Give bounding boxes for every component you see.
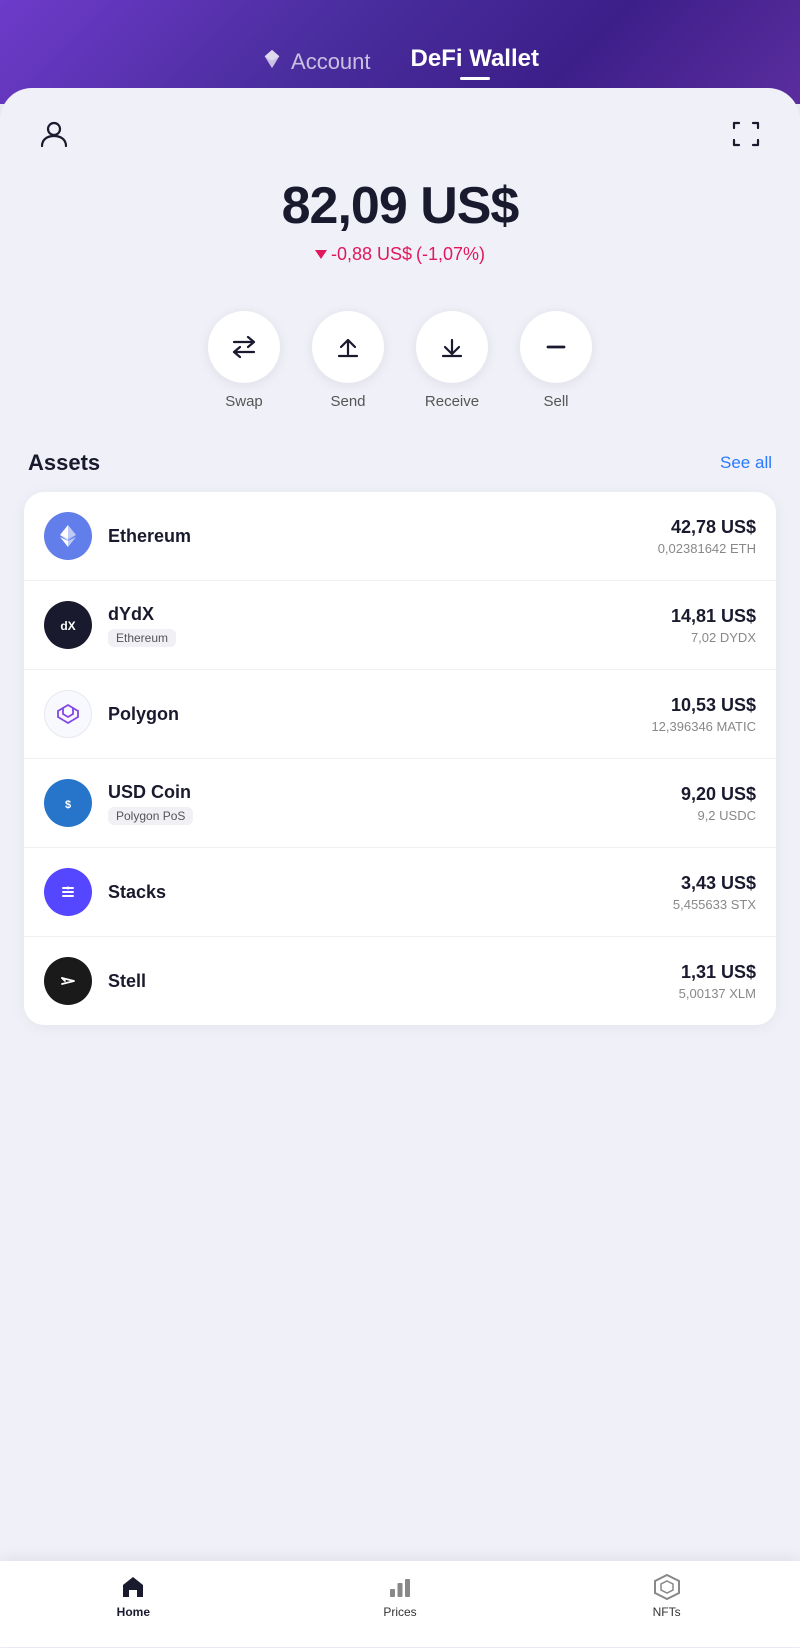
stacks-info: Stacks [108, 882, 673, 903]
nfts-label: NFTs [653, 1605, 681, 1619]
usdc-logo: $ [44, 779, 92, 827]
usdc-amount: 9,2 USDC [681, 808, 756, 823]
receive-circle [416, 311, 488, 383]
ethereum-info: Ethereum [108, 526, 658, 547]
main-card: 82,09 US$ -0,88 US$ (-1,07%) Swap [0, 88, 800, 1648]
assets-title: Assets [28, 450, 100, 476]
swap-circle [208, 311, 280, 383]
sell-circle [520, 311, 592, 383]
swap-button[interactable]: Swap [208, 311, 280, 410]
asset-row-usdc[interactable]: $ USD Coin Polygon PoS 9,20 US$ 9,2 USDC [24, 759, 776, 848]
polygon-amount: 12,396346 MATIC [651, 719, 756, 734]
down-arrow-icon [315, 250, 327, 259]
receive-button[interactable]: Receive [416, 311, 488, 410]
dydx-logo: dX [44, 601, 92, 649]
sell-button[interactable]: Sell [520, 311, 592, 410]
asset-list: Ethereum 42,78 US$ 0,02381642 ETH dX dYd… [24, 492, 776, 1025]
dydx-network: Ethereum [108, 629, 176, 647]
defi-wallet-label: DeFi Wallet [411, 45, 539, 72]
stellar-values: 1,31 US$ 5,00137 XLM [679, 962, 756, 1001]
home-label: Home [117, 1605, 150, 1619]
ethereum-amount: 0,02381642 ETH [658, 541, 756, 556]
asset-row-stellar[interactable]: Stell 1,31 US$ 5,00137 XLM [24, 937, 776, 1025]
polygon-usd: 10,53 US$ [651, 695, 756, 716]
send-circle [312, 311, 384, 383]
stacks-values: 3,43 US$ 5,455633 STX [673, 873, 756, 912]
stellar-logo [44, 957, 92, 1005]
home-icon [119, 1573, 147, 1601]
scan-button[interactable] [724, 112, 768, 156]
ethereum-usd: 42,78 US$ [658, 517, 756, 538]
usdc-usd: 9,20 US$ [681, 784, 756, 805]
balance-change: -0,88 US$ (-1,07%) [24, 244, 776, 265]
send-button[interactable]: Send [312, 311, 384, 410]
diamond-icon [261, 48, 283, 76]
dydx-info: dYdX Ethereum [108, 604, 671, 647]
sell-label: Sell [543, 393, 568, 410]
polygon-values: 10,53 US$ 12,396346 MATIC [651, 695, 756, 734]
nav-nfts[interactable]: NFTs [627, 1573, 707, 1619]
stacks-logo [44, 868, 92, 916]
usdc-values: 9,20 US$ 9,2 USDC [681, 784, 756, 823]
usdc-info: USD Coin Polygon PoS [108, 782, 681, 825]
receive-label: Receive [425, 393, 479, 410]
balance-change-amount: -0,88 US$ [331, 244, 412, 265]
account-label: Account [291, 49, 371, 75]
asset-row-dydx[interactable]: dX dYdX Ethereum 14,81 US$ 7,02 DYDX [24, 581, 776, 670]
asset-row-stacks[interactable]: Stacks 3,43 US$ 5,455633 STX [24, 848, 776, 937]
swap-label: Swap [225, 393, 263, 410]
nav-prices[interactable]: Prices [360, 1573, 440, 1619]
balance-section: 82,09 US$ -0,88 US$ (-1,07%) [24, 156, 776, 275]
polygon-info: Polygon [108, 704, 651, 725]
dydx-values: 14,81 US$ 7,02 DYDX [671, 606, 756, 645]
action-buttons-row: Swap Send Receive [24, 275, 776, 430]
prices-label: Prices [383, 1605, 416, 1619]
stacks-name: Stacks [108, 882, 673, 903]
assets-section: Assets See all Ethereum [24, 450, 776, 1025]
nav-home[interactable]: Home [93, 1573, 173, 1619]
polygon-logo [44, 690, 92, 738]
stellar-info: Stell [108, 971, 679, 992]
see-all-button[interactable]: See all [720, 453, 772, 473]
profile-button[interactable] [32, 112, 76, 156]
ethereum-values: 42,78 US$ 0,02381642 ETH [658, 517, 756, 556]
stellar-amount: 5,00137 XLM [679, 986, 756, 1001]
stacks-amount: 5,455633 STX [673, 897, 756, 912]
polygon-name: Polygon [108, 704, 651, 725]
dydx-name: dYdX [108, 604, 671, 625]
asset-row-ethereum[interactable]: Ethereum 42,78 US$ 0,02381642 ETH [24, 492, 776, 581]
stacks-usd: 3,43 US$ [673, 873, 756, 894]
stellar-name: Stell [108, 971, 679, 992]
bottom-navigation: Home Prices NFTs [0, 1561, 800, 1647]
usdc-network: Polygon PoS [108, 807, 193, 825]
prices-icon [386, 1573, 414, 1601]
top-actions-bar [24, 88, 776, 156]
ethereum-name: Ethereum [108, 526, 658, 547]
nfts-icon [653, 1573, 681, 1601]
usdc-name: USD Coin [108, 782, 681, 803]
send-label: Send [330, 393, 365, 410]
account-tab[interactable]: Account [261, 48, 371, 76]
assets-header: Assets See all [24, 450, 776, 476]
dydx-amount: 7,02 DYDX [671, 630, 756, 645]
asset-row-polygon[interactable]: Polygon 10,53 US$ 12,396346 MATIC [24, 670, 776, 759]
defi-wallet-tab[interactable]: DeFi Wallet [411, 45, 539, 80]
dydx-usd: 14,81 US$ [671, 606, 756, 627]
svg-text:dX: dX [60, 619, 75, 633]
ethereum-logo [44, 512, 92, 560]
balance-change-percent: (-1,07%) [416, 244, 485, 265]
stellar-usd: 1,31 US$ [679, 962, 756, 983]
svg-text:$: $ [65, 799, 71, 811]
balance-amount: 82,09 US$ [24, 176, 776, 236]
